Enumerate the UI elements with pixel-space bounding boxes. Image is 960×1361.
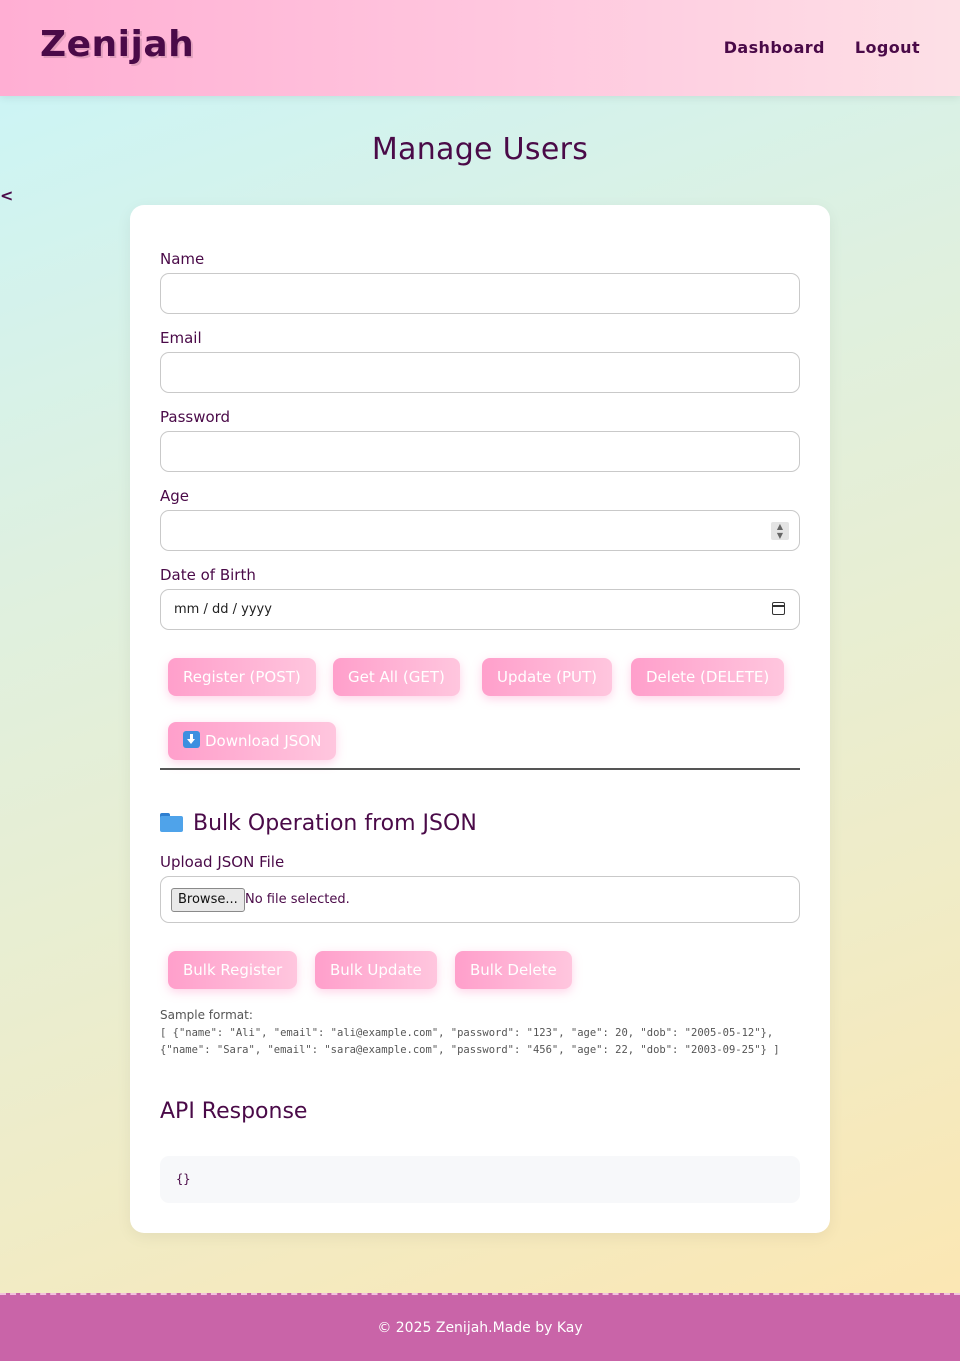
brand-logo[interactable]: Zenijah: [40, 24, 194, 65]
download-json-label: Download JSON: [205, 732, 322, 750]
name-label: Name: [160, 250, 205, 268]
name-input[interactable]: [160, 273, 800, 314]
nav-logout-link[interactable]: Logout: [855, 38, 920, 57]
sample-format-code: [ {"name": "Ali", "email": "ali@example.…: [160, 1025, 810, 1059]
update-button[interactable]: Update (PUT): [482, 658, 612, 696]
upload-label: Upload JSON File: [160, 853, 285, 871]
download-icon: [183, 731, 200, 748]
register-button[interactable]: Register (POST): [168, 658, 316, 696]
section-divider: [160, 768, 800, 770]
get-all-button[interactable]: Get All (GET): [333, 658, 460, 696]
password-label: Password: [160, 408, 231, 426]
delete-button[interactable]: Delete (DELETE): [631, 658, 785, 696]
calendar-icon[interactable]: [772, 602, 785, 615]
top-nav: Dashboard Logout: [724, 38, 920, 57]
email-input[interactable]: [160, 352, 800, 393]
dob-placeholder: mm / dd / yyyy: [174, 602, 272, 617]
api-response-title: API Response: [160, 1099, 308, 1124]
dob-label: Date of Birth: [160, 566, 256, 584]
email-label: Email: [160, 329, 202, 347]
site-footer: © 2025 Zenijah.Made by Kay: [0, 1293, 960, 1361]
age-label: Age: [160, 487, 190, 505]
bulk-register-button[interactable]: Bulk Register: [168, 951, 298, 989]
back-link[interactable]: <: [0, 186, 13, 205]
manage-users-card: Name Email Password Age ▲ ▼ Date of Birth…: [130, 205, 830, 1233]
sample-line-2: {"name": "Sara", "email": "sara@example.…: [160, 1044, 780, 1056]
api-response-box: {}: [160, 1156, 800, 1203]
spinner-arrows-icon[interactable]: ▲ ▼: [771, 522, 789, 540]
api-response-body: {}: [176, 1172, 191, 1186]
page-title: Manage Users: [371, 132, 589, 167]
bulk-delete-button[interactable]: Bulk Delete: [455, 951, 572, 989]
file-input[interactable]: Browse... No file selected.: [160, 876, 800, 923]
nav-dashboard-link[interactable]: Dashboard: [724, 38, 825, 57]
dob-input[interactable]: mm / dd / yyyy: [160, 589, 800, 630]
sample-line-1: [ {"name": "Ali", "email": "ali@example.…: [160, 1027, 774, 1039]
sample-format-label: Sample format:: [160, 1008, 253, 1022]
download-json-button[interactable]: Download JSON: [168, 722, 337, 760]
age-input[interactable]: ▲ ▼: [160, 510, 800, 551]
folder-icon: [160, 813, 183, 832]
site-header: Zenijah Dashboard Logout: [0, 0, 960, 96]
bulk-title-text: Bulk Operation from JSON: [193, 811, 477, 836]
bulk-section-title: Bulk Operation from JSON: [160, 811, 477, 836]
password-input[interactable]: [160, 431, 800, 472]
bulk-update-button[interactable]: Bulk Update: [315, 951, 437, 989]
file-status: No file selected.: [245, 892, 350, 907]
footer-text: © 2025 Zenijah.Made by Kay: [377, 1320, 583, 1336]
browse-button[interactable]: Browse...: [171, 888, 245, 912]
